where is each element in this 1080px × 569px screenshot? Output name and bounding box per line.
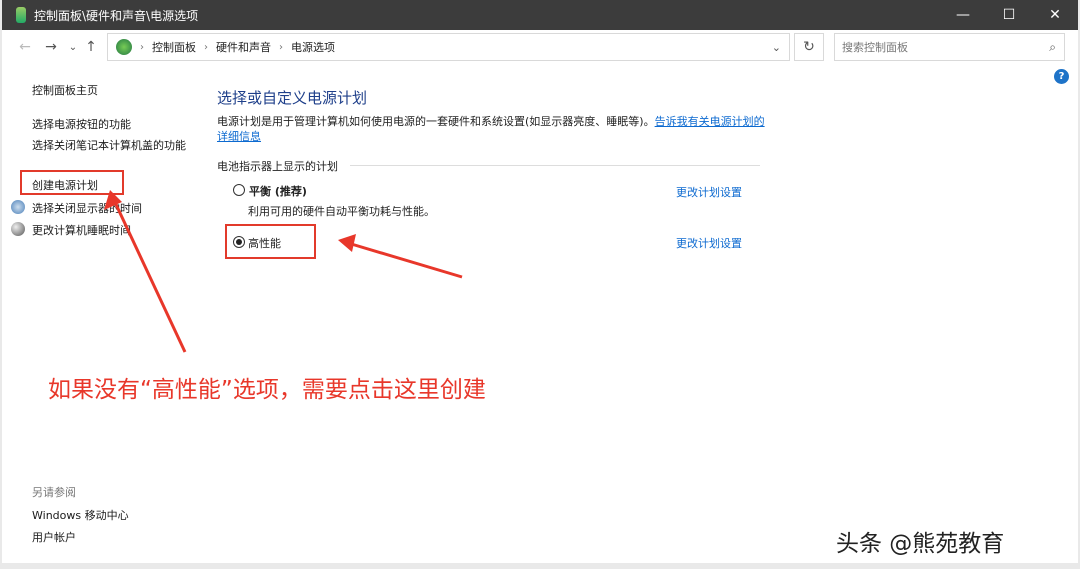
annotation-arrows [104,190,463,353]
arrow-to-create-plan [111,197,187,353]
watermark: 头条 @熊苑教育 [836,531,1005,557]
arrow-to-high-performance [347,241,463,279]
annotation-text: 如果没有“高性能”选项，需要点击这里创建 [48,377,486,403]
arrowhead-icon [338,234,356,252]
arrowhead-icon [104,190,122,210]
